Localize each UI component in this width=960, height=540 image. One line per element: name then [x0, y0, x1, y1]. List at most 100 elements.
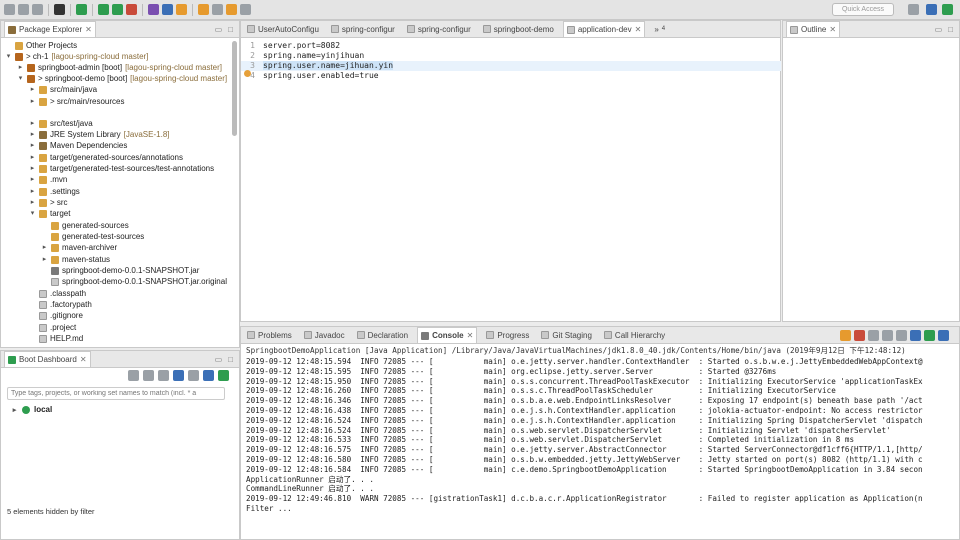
- run-config-icon[interactable]: [112, 4, 123, 15]
- console-icon[interactable]: [188, 370, 199, 381]
- tab-console-view[interactable]: Call Hierarchy: [601, 327, 668, 343]
- tree-item[interactable]: ▾ > springboot-demo [boot] [lagou-spring-c…: [17, 73, 227, 84]
- dashboard-filter-input[interactable]: [7, 387, 225, 400]
- perspective-icon[interactable]: [908, 4, 919, 15]
- tree-item[interactable]: generated-sources: [41, 220, 129, 231]
- tree-item[interactable]: ▸ JRE System Library [JavaSE-1.8]: [29, 129, 170, 140]
- debug-icon[interactable]: [143, 370, 154, 381]
- quick-access-input[interactable]: Quick Access: [832, 3, 894, 16]
- tree-item[interactable]: .project: [29, 322, 76, 333]
- tree-item[interactable]: ▸ src/main/java: [29, 84, 97, 95]
- tree-item[interactable]: ▸ src/test/java: [29, 118, 93, 129]
- stop-icon[interactable]: [854, 330, 865, 341]
- new-class-icon[interactable]: [148, 4, 159, 15]
- stop-icon[interactable]: [158, 370, 169, 381]
- tab-editor[interactable]: application-dev ✕: [562, 21, 646, 37]
- expand-icon[interactable]: ▸: [29, 118, 36, 129]
- maximize-icon[interactable]: □: [228, 25, 233, 34]
- expand-icon[interactable]: ▸: [29, 186, 36, 197]
- annotation-icon[interactable]: [212, 4, 223, 15]
- save-icon[interactable]: [18, 4, 29, 15]
- tree-item[interactable]: ▾ target: [29, 208, 71, 219]
- start-icon[interactable]: [128, 370, 139, 381]
- clear-console-icon[interactable]: [882, 330, 893, 341]
- new-package-icon[interactable]: [162, 4, 173, 15]
- spring-perspective-icon[interactable]: [942, 4, 953, 15]
- tree-item[interactable]: generated-test-sources: [41, 231, 144, 242]
- back-icon[interactable]: [226, 4, 237, 15]
- tab-outline[interactable]: Outline ✕: [786, 21, 841, 37]
- tree-item[interactable]: .classpath: [29, 288, 86, 299]
- open-type-icon[interactable]: [176, 4, 187, 15]
- expand-icon[interactable]: ▸: [29, 129, 36, 140]
- java-perspective-icon[interactable]: [926, 4, 937, 15]
- tree-item[interactable]: ▸ target/generated-test-sources/test-anno…: [29, 163, 214, 174]
- tab-console-view[interactable]: Problems: [244, 327, 295, 343]
- tree-item[interactable]: .gitignore: [29, 310, 83, 321]
- expand-icon[interactable]: ▸: [29, 84, 36, 95]
- open-browser-icon[interactable]: [173, 370, 184, 381]
- code-line[interactable]: 3 spring.user.name=jihuan.yin: [241, 61, 781, 71]
- code-line[interactable]: 2 spring.name=yinjihuan: [241, 51, 781, 61]
- tree-item[interactable]: ▾ > ch-1 [lagou-spring-cloud master]: [5, 51, 149, 62]
- stop-icon[interactable]: [126, 4, 137, 15]
- print-icon[interactable]: [32, 4, 43, 15]
- minimize-icon[interactable]: ▭: [935, 25, 943, 34]
- remove-launch-icon[interactable]: [868, 330, 879, 341]
- scrollbar[interactable]: [232, 41, 237, 136]
- expand-icon[interactable]: ▸: [11, 406, 18, 414]
- close-icon[interactable]: ✕: [829, 25, 836, 34]
- tree-item[interactable]: HELP.md: [29, 333, 83, 344]
- expand-icon[interactable]: ▸: [29, 197, 36, 208]
- expand-icon[interactable]: ▸: [17, 62, 24, 73]
- tab-boot-dashboard[interactable]: Boot Dashboard ✕: [4, 351, 91, 367]
- expand-icon[interactable]: ▸: [29, 152, 36, 163]
- expand-icon[interactable]: ▸: [29, 96, 36, 107]
- tree-item[interactable]: Other Projects: [5, 40, 77, 51]
- tree-item[interactable]: ▸ maven-status: [41, 254, 110, 265]
- pin-console-icon[interactable]: [910, 330, 921, 341]
- tree-item[interactable]: ▸ springboot-admin [boot] [lagou-spring-cl…: [17, 62, 222, 73]
- code-line[interactable]: 1 server.port=8082: [241, 41, 781, 51]
- open-console-icon[interactable]: [938, 330, 949, 341]
- tree-item[interactable]: .factorypath: [29, 299, 92, 310]
- tree-item[interactable]: ▸ > src/main/resources: [29, 96, 125, 107]
- search-icon[interactable]: [198, 4, 209, 15]
- tab-console-view[interactable]: Git Staging: [538, 327, 595, 343]
- expand-icon[interactable]: ▾: [17, 73, 24, 84]
- tree-item[interactable]: ▸ .settings: [29, 186, 80, 197]
- display-console-icon[interactable]: [924, 330, 935, 341]
- scroll-lock-icon[interactable]: [896, 330, 907, 341]
- forward-icon[interactable]: [240, 4, 251, 15]
- tree-item[interactable]: ▸ maven-archiver: [41, 242, 117, 253]
- expand-icon[interactable]: ▸: [29, 163, 36, 174]
- local-target[interactable]: ▸ local: [11, 405, 53, 414]
- tree-item[interactable]: ▸ target/generated-sources/annotations: [29, 152, 183, 163]
- tree-item[interactable]: ▸ > src: [29, 197, 68, 208]
- expand-icon[interactable]: ▸: [41, 254, 48, 265]
- expand-icon[interactable]: ▾: [5, 51, 12, 62]
- console-output[interactable]: 2019-09-12 12:48:15.594 INFO 72085 --- […: [241, 357, 959, 539]
- expand-icon[interactable]: ▸: [29, 174, 36, 185]
- tree-item[interactable]: springboot-demo-0.0.1-SNAPSHOT.jar: [41, 265, 199, 276]
- tab-console-view[interactable]: Javadoc: [301, 327, 348, 343]
- tree-item[interactable]: ▸ .mvn: [29, 174, 68, 185]
- expand-icon[interactable]: ▸: [29, 140, 36, 151]
- close-icon[interactable]: ✕: [85, 25, 92, 34]
- tab-editor[interactable]: » 4: [651, 21, 668, 37]
- close-icon[interactable]: ✕: [635, 25, 642, 34]
- minimize-icon[interactable]: ▭: [215, 25, 223, 34]
- tab-editor[interactable]: spring-configur: [404, 21, 474, 37]
- maximize-icon[interactable]: □: [948, 25, 953, 34]
- run-icon[interactable]: [98, 4, 109, 15]
- close-icon[interactable]: ✕: [80, 355, 87, 364]
- code-line[interactable]: 4 spring.user.enabled=true: [241, 71, 781, 81]
- maximize-icon[interactable]: □: [228, 355, 233, 364]
- tab-editor[interactable]: UserAutoConfigu: [244, 21, 322, 37]
- tree-item[interactable]: ▸ Maven Dependencies: [29, 140, 128, 151]
- add-icon[interactable]: [218, 370, 229, 381]
- tree-item[interactable]: springboot-demo-0.0.1-SNAPSHOT.jar.origi…: [41, 276, 227, 287]
- code-area[interactable]: 1 server.port=8082 2 spring.name=yinjihuan 3…: [241, 38, 781, 318]
- tab-console-view[interactable]: Progress: [483, 327, 532, 343]
- debug-icon[interactable]: [76, 4, 87, 15]
